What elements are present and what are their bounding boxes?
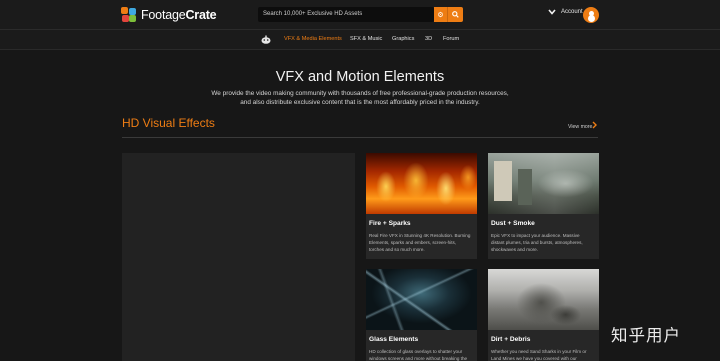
logo-text: FootageCrate: [141, 8, 217, 22]
card-title[interactable]: Dust + Smoke: [491, 220, 599, 227]
card-thumbnail[interactable]: [488, 153, 599, 214]
card-desc-line: HD collection of glass overlays to shatt…: [369, 349, 463, 354]
category-card-dust[interactable]: Dust + Smoke Epic VFX to impact your aud…: [488, 153, 599, 259]
card-description: Whether you need Sand Sharks in your Fil…: [491, 348, 595, 361]
search-settings-button[interactable]: ⚙: [434, 7, 448, 22]
search-input[interactable]: Search 10,000+ Exclusive HD Assets: [258, 7, 434, 22]
user-avatar[interactable]: [583, 7, 599, 23]
card-desc-line: shockwaves and more.: [491, 247, 538, 252]
card-thumbnail[interactable]: [488, 269, 599, 330]
logo-text-bold: Crate: [185, 8, 217, 22]
card-desc-line: distant plumes, tria and bursts, atmosph…: [491, 240, 583, 245]
nav-item-3d[interactable]: 3D: [425, 36, 432, 42]
nav-item-sfx[interactable]: SFX & Music: [350, 36, 382, 42]
card-desc-line: Real Fire VFX in Stunning 4K Resolution.…: [369, 233, 471, 238]
card-title[interactable]: Dirt + Debris: [491, 336, 599, 343]
category-card-glass[interactable]: Glass Elements HD collection of glass ov…: [366, 269, 477, 361]
view-more-link[interactable]: View more: [568, 124, 592, 130]
category-card-dirt[interactable]: Dirt + Debris Whether you need Sand Shar…: [488, 269, 599, 361]
card-title[interactable]: Glass Elements: [369, 336, 477, 343]
logo-text-light: Footage: [141, 8, 186, 22]
logo[interactable]: FootageCrate: [121, 6, 217, 24]
card-description: Real Fire VFX in Stunning 4K Resolution.…: [369, 232, 473, 253]
nav-item-graphics[interactable]: Graphics: [392, 36, 414, 42]
nav-item-vfx[interactable]: VFX & Media Elements: [284, 36, 342, 42]
card-desc-line: Land Mines we have you covered with our: [491, 356, 577, 361]
card-thumbnail[interactable]: [366, 269, 477, 330]
page: FootageCrate Search 10,000+ Exclusive HD…: [0, 0, 720, 361]
section-title: HD Visual Effects: [122, 116, 215, 130]
watermark: 知乎用户: [611, 326, 681, 345]
account-label: Account: [561, 9, 583, 15]
chevron-down-icon: [548, 9, 556, 15]
user-icon: [588, 10, 594, 16]
card-description: HD collection of glass overlays to shatt…: [369, 348, 473, 361]
search-icon: [452, 11, 459, 18]
card-title[interactable]: Fire + Sparks: [369, 220, 477, 227]
card-desc-line: windows screens and more without breakin…: [369, 356, 468, 361]
chevron-right-icon[interactable]: [592, 121, 597, 129]
card-desc-line: Elements, sparks and embers, screen-hits…: [369, 240, 457, 245]
card-description: Epic VFX to impact your audience. Massiv…: [491, 232, 595, 253]
logo-mark-icon: [121, 7, 137, 23]
card-desc-line: Epic VFX to impact your audience. Massiv…: [491, 233, 580, 238]
card-thumbnail[interactable]: [366, 153, 477, 214]
account-menu[interactable]: Account: [548, 9, 583, 15]
pumpkin-icon[interactable]: [261, 35, 271, 44]
featured-video-panel[interactable]: [122, 153, 355, 361]
search-button[interactable]: [448, 7, 463, 22]
category-card-fire[interactable]: Fire + Sparks Real Fire VFX in Stunning …: [366, 153, 477, 259]
section-divider: [122, 137, 598, 138]
card-desc-line: torches and so much more.: [369, 247, 425, 252]
nav-item-forum[interactable]: Forum: [443, 36, 459, 42]
page-title: VFX and Motion Elements: [275, 69, 445, 85]
main-nav: VFX & Media Elements SFX & Music Graphic…: [0, 30, 720, 50]
gear-icon: ⚙: [437, 11, 444, 19]
top-header: FootageCrate Search 10,000+ Exclusive HD…: [0, 0, 720, 30]
card-desc-line: Whether you need Sand Sharks in your Fil…: [491, 349, 587, 354]
hero-subtitle-line-2: and also distribute exclusive content th…: [240, 99, 480, 106]
